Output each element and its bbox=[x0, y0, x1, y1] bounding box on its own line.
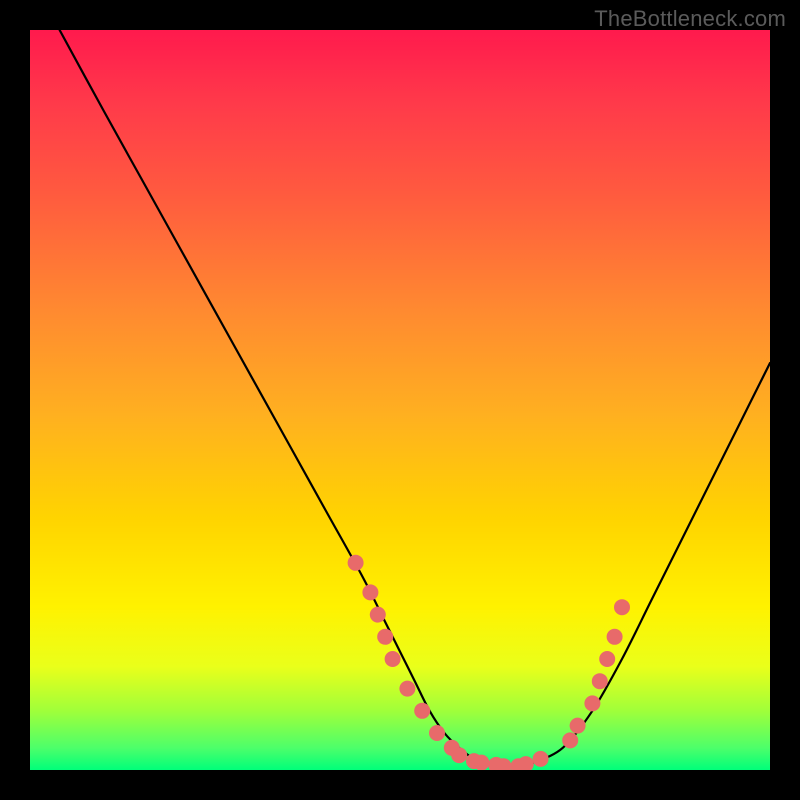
curve-marker bbox=[429, 725, 445, 741]
curve-marker bbox=[414, 703, 430, 719]
curve-marker bbox=[599, 651, 615, 667]
curve-marker bbox=[592, 673, 608, 689]
curve-marker bbox=[385, 651, 401, 667]
curve-marker bbox=[473, 755, 489, 770]
curve-marker-group bbox=[348, 555, 630, 770]
bottleneck-curve-svg bbox=[30, 30, 770, 770]
watermark-text: TheBottleneck.com bbox=[594, 6, 786, 32]
chart-plot-area bbox=[30, 30, 770, 770]
curve-marker bbox=[533, 751, 549, 767]
curve-marker bbox=[562, 732, 578, 748]
curve-marker bbox=[518, 756, 534, 770]
bottleneck-curve-path bbox=[60, 30, 770, 767]
curve-marker bbox=[348, 555, 364, 571]
curve-marker bbox=[570, 718, 586, 734]
curve-marker bbox=[607, 629, 623, 645]
curve-marker bbox=[584, 695, 600, 711]
curve-marker bbox=[399, 681, 415, 697]
curve-marker bbox=[370, 607, 386, 623]
curve-marker bbox=[451, 747, 467, 763]
curve-marker bbox=[614, 599, 630, 615]
curve-marker bbox=[377, 629, 393, 645]
curve-marker bbox=[362, 584, 378, 600]
